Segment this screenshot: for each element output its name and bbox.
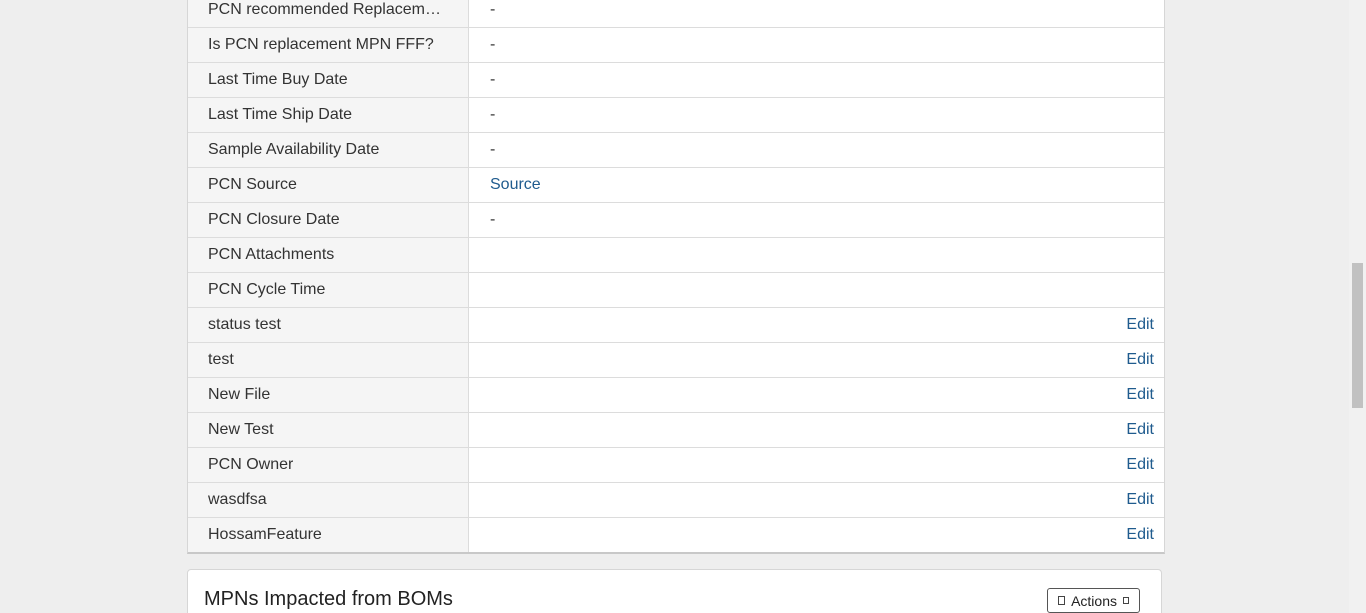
dropdown-caret-icon: [1123, 597, 1129, 604]
row-label: Last Time Ship Date: [188, 98, 469, 132]
row-value: Edit: [469, 413, 1164, 447]
table-row: PCN Attachments: [188, 237, 1164, 272]
actions-label: Actions: [1071, 592, 1117, 609]
scrollbar-thumb[interactable]: [1352, 263, 1363, 408]
row-value: -: [490, 106, 496, 123]
table-row: status test Edit: [188, 307, 1164, 342]
page: PCN recommended Replacement MPN - Is PCN…: [0, 0, 1366, 613]
row-value: -: [490, 211, 496, 228]
table-row: test Edit: [188, 342, 1164, 377]
edit-test-link[interactable]: Edit: [1126, 351, 1154, 369]
row-value: Edit: [469, 483, 1164, 517]
edit-new-file-link[interactable]: Edit: [1126, 386, 1154, 404]
edit-status-test-link[interactable]: Edit: [1126, 316, 1154, 334]
row-value: Edit: [469, 308, 1164, 342]
row-label: HossamFeature: [188, 518, 469, 552]
table-row: Sample Availability Date -: [188, 132, 1164, 167]
actions-icon: [1058, 596, 1066, 605]
table-row: New File Edit: [188, 377, 1164, 412]
panel-title: MPNs Impacted from BOMs: [204, 588, 453, 610]
table-row: PCN Cycle Time: [188, 272, 1164, 307]
table-row: PCN Owner Edit: [188, 447, 1164, 482]
row-value: [469, 238, 1164, 272]
row-label: wasdfsa: [188, 483, 469, 517]
table-row: PCN Source Source: [188, 167, 1164, 202]
row-label: Sample Availability Date: [188, 133, 469, 167]
row-value: [469, 273, 1164, 307]
row-label: PCN Owner: [188, 448, 469, 482]
table-row: New Test Edit: [188, 412, 1164, 447]
table-row: Last Time Buy Date -: [188, 62, 1164, 97]
edit-new-test-link[interactable]: Edit: [1126, 421, 1154, 439]
row-label: Is PCN replacement MPN FFF?: [188, 28, 469, 62]
row-label: PCN Closure Date: [188, 203, 469, 237]
actions-button[interactable]: Actions: [1047, 588, 1140, 613]
vertical-scrollbar[interactable]: [1349, 0, 1366, 613]
row-label: PCN Source: [188, 168, 469, 202]
table-row: PCN Closure Date -: [188, 202, 1164, 237]
row-value: -: [490, 1, 496, 18]
row-value: Source: [469, 168, 1164, 202]
pcn-details-table: PCN recommended Replacement MPN - Is PCN…: [187, 0, 1165, 554]
row-value: Edit: [469, 343, 1164, 377]
edit-pcn-owner-link[interactable]: Edit: [1126, 456, 1154, 474]
row-label: PCN Cycle Time: [188, 273, 469, 307]
row-label: status test: [188, 308, 469, 342]
row-label: test: [188, 343, 469, 377]
table-row: Last Time Ship Date -: [188, 97, 1164, 132]
row-label: New File: [188, 378, 469, 412]
row-label: PCN recommended Replacement MPN: [188, 0, 469, 27]
pcn-source-link[interactable]: Source: [490, 176, 541, 194]
edit-wasdfsa-link[interactable]: Edit: [1126, 491, 1154, 509]
row-label: New Test: [188, 413, 469, 447]
row-label: PCN Attachments: [188, 238, 469, 272]
table-row: PCN recommended Replacement MPN -: [188, 0, 1164, 27]
edit-hossamfeature-link[interactable]: Edit: [1126, 526, 1154, 544]
row-label: Last Time Buy Date: [188, 63, 469, 97]
row-value: -: [490, 71, 496, 88]
table-row: Is PCN replacement MPN FFF? -: [188, 27, 1164, 62]
row-value: Edit: [469, 378, 1164, 412]
row-value: -: [490, 141, 496, 158]
table-row: HossamFeature Edit: [188, 517, 1164, 552]
row-value: -: [490, 36, 496, 53]
row-value: Edit: [469, 518, 1164, 552]
row-value: Edit: [469, 448, 1164, 482]
mpns-impacted-panel: MPNs Impacted from BOMs Actions: [187, 569, 1162, 613]
table-row: wasdfsa Edit: [188, 482, 1164, 517]
